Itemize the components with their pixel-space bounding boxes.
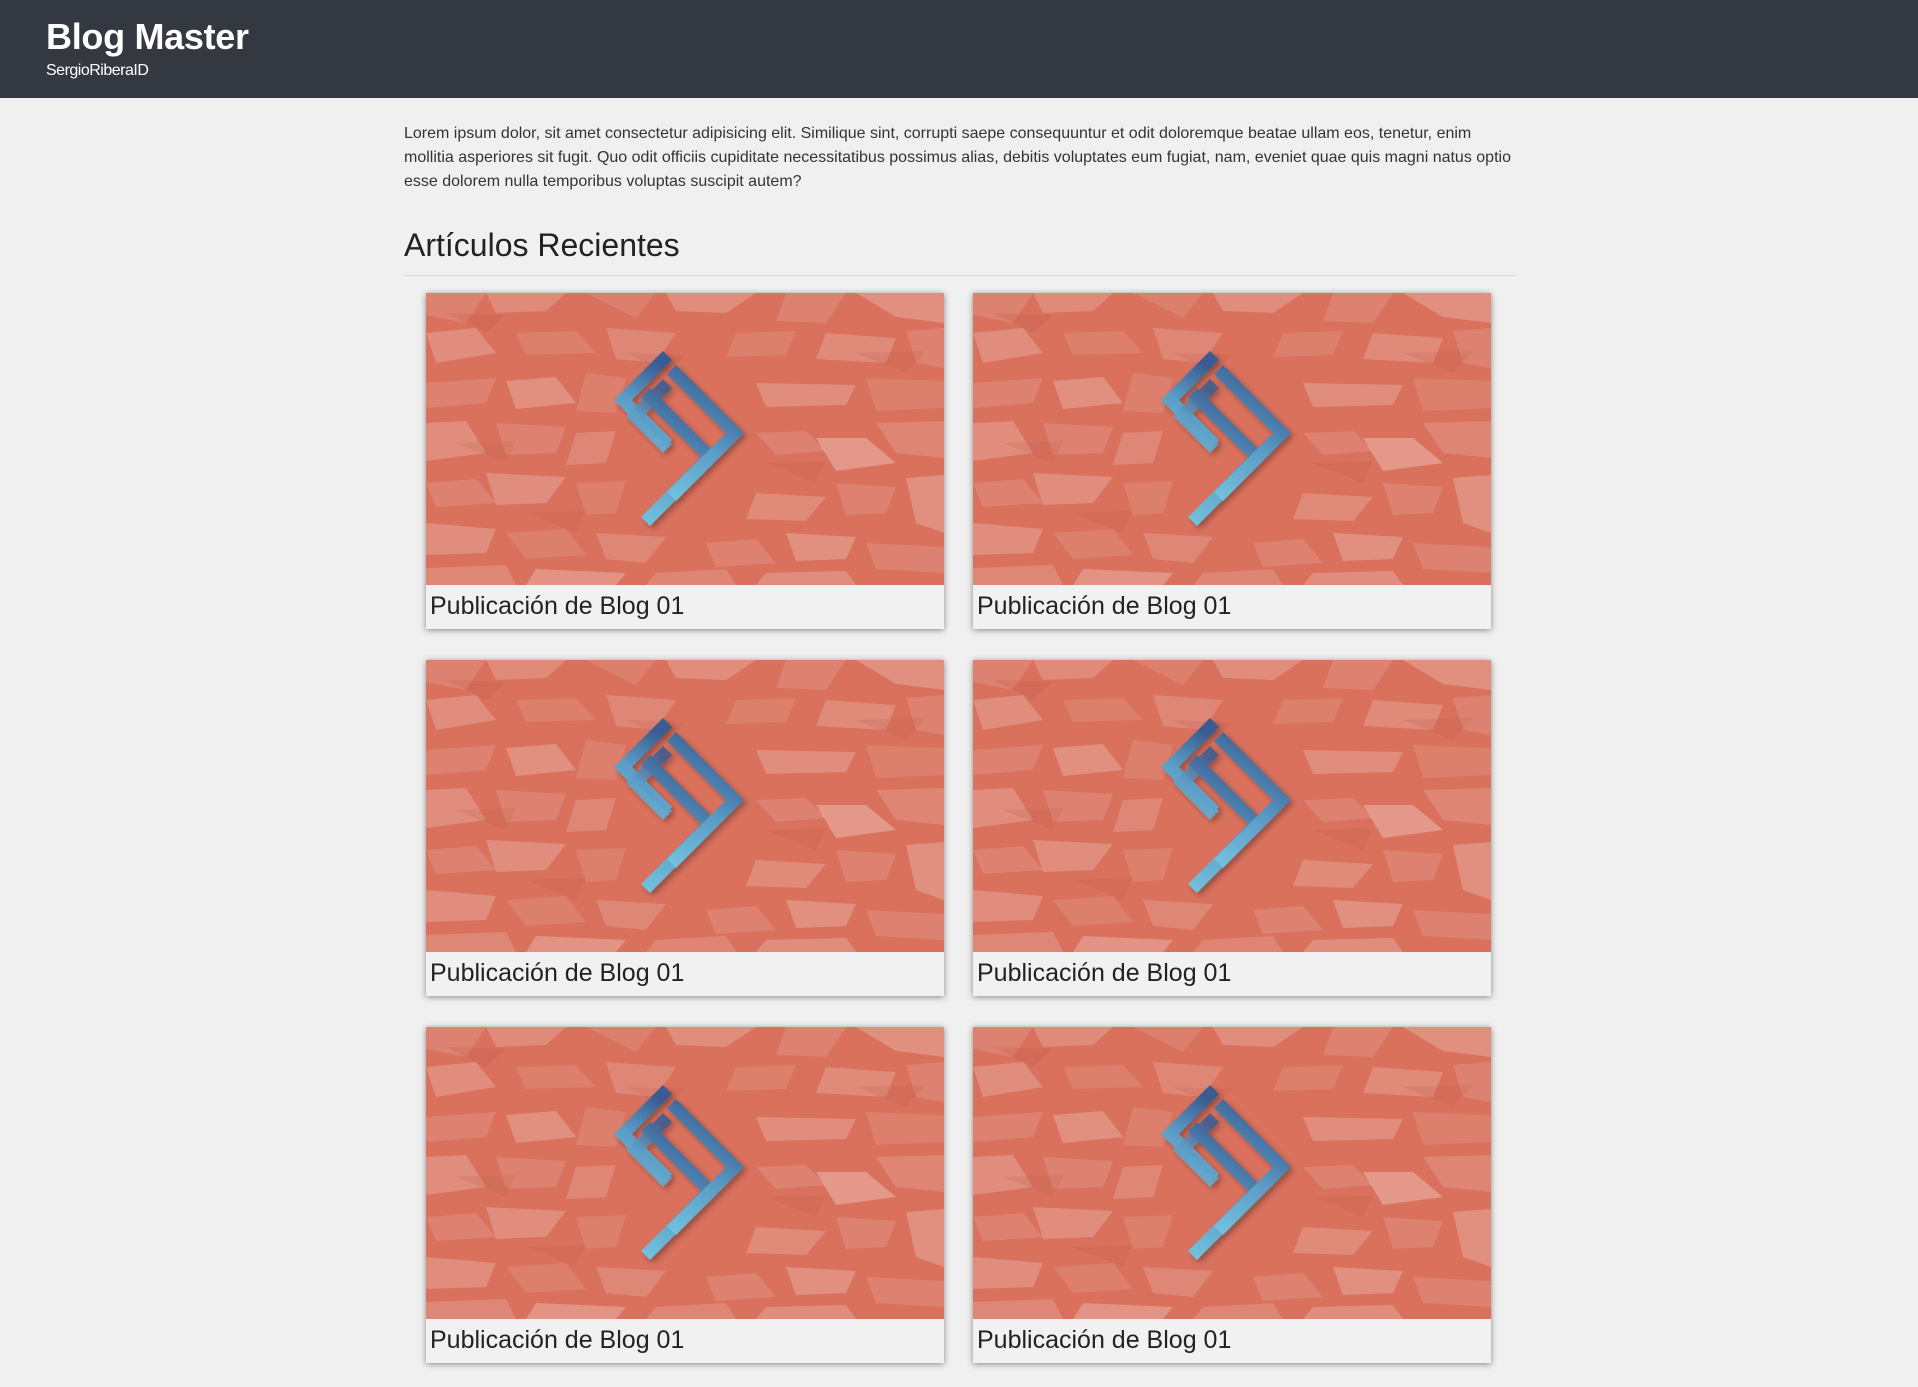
post-title[interactable]: Publicación de Blog 01	[977, 591, 1231, 621]
post-title[interactable]: Publicación de Blog 01	[430, 1325, 684, 1355]
post-card[interactable]: Publicación de Blog 01	[973, 293, 1491, 629]
post-card[interactable]: Publicación de Blog 01	[426, 1027, 944, 1363]
post-card[interactable]: Publicación de Blog 01	[426, 660, 944, 996]
main-content: Lorem ipsum dolor, sit amet consectetur …	[404, 122, 1516, 1363]
post-thumbnail[interactable]	[426, 1027, 944, 1319]
post-title[interactable]: Publicación de Blog 01	[977, 1325, 1231, 1355]
post-card[interactable]: Publicación de Blog 01	[426, 293, 944, 629]
post-card[interactable]: Publicación de Blog 01	[973, 1027, 1491, 1363]
site-title[interactable]: Blog Master	[46, 19, 1918, 55]
post-title[interactable]: Publicación de Blog 01	[430, 958, 684, 988]
post-thumbnail[interactable]	[973, 1027, 1491, 1319]
post-thumbnail[interactable]	[426, 293, 944, 585]
post-title[interactable]: Publicación de Blog 01	[430, 591, 684, 621]
post-thumbnail[interactable]	[973, 293, 1491, 585]
post-thumbnail[interactable]	[973, 660, 1491, 952]
post-title[interactable]: Publicación de Blog 01	[977, 958, 1231, 988]
section-title: Artículos Recientes	[404, 227, 1516, 276]
post-card[interactable]: Publicación de Blog 01	[973, 660, 1491, 996]
site-subtitle: SergioRiberaID	[46, 62, 149, 79]
post-thumbnail[interactable]	[426, 660, 944, 952]
intro-text: Lorem ipsum dolor, sit amet consectetur …	[404, 125, 1511, 190]
site-header: Blog Master SergioRiberaID	[0, 0, 1918, 98]
posts-grid: Publicación de Blog 01 Publicación de Bl…	[404, 276, 1516, 1363]
